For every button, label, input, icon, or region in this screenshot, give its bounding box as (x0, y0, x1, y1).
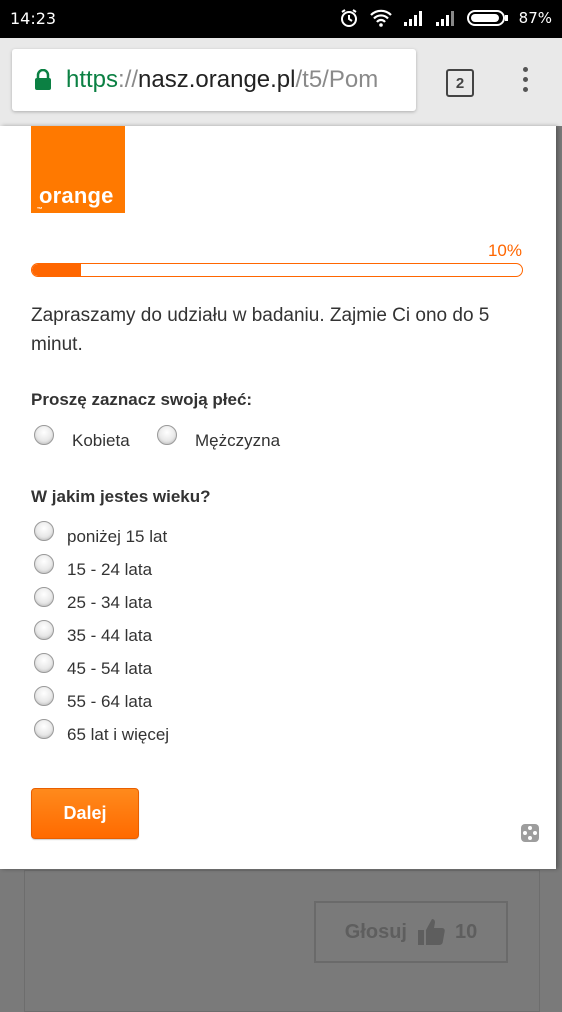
url-separator: :// (118, 66, 139, 93)
option-label-age-4: 45 - 54 lata (67, 659, 153, 678)
url-scheme: https (66, 66, 119, 93)
question-gender: Proszę zaznacz swoją płeć: (31, 390, 253, 409)
radio-age-4[interactable] (34, 653, 54, 673)
signal-icon (403, 11, 422, 26)
radio-age-0[interactable] (34, 521, 54, 541)
overflow-menu-icon[interactable] (520, 67, 530, 97)
option-label-kobieta: Kobieta (72, 431, 130, 450)
radio-age-3[interactable] (34, 620, 54, 640)
survey-settings-icon[interactable] (521, 824, 539, 842)
progress-percent: 10% (487, 241, 522, 260)
url-host: nasz.orange.pl (138, 66, 296, 93)
status-icons: 87% (339, 8, 552, 28)
tab-switcher-button[interactable]: 2 (446, 69, 474, 97)
wifi-icon (369, 9, 392, 27)
status-time: 14:23 (10, 9, 57, 28)
orange-logo: orange ™ (31, 126, 125, 213)
vote-button: Głosuj 10 (314, 901, 508, 963)
radio-mezczyzna[interactable] (157, 425, 177, 445)
radio-age-5[interactable] (34, 686, 54, 706)
survey-dialog: orange ™ 10% Zapraszamy do udziału w bada… (0, 126, 556, 869)
progress-fill (32, 264, 81, 276)
progress-bar (31, 263, 523, 277)
option-label-age-1: 15 - 24 lata (67, 560, 153, 579)
url-path: /t5/Pom (295, 66, 379, 93)
battery-icon (466, 10, 508, 26)
option-label-age-3: 35 - 44 lata (67, 626, 153, 645)
radio-age-2[interactable] (34, 587, 54, 607)
vote-count: 10 (454, 920, 478, 943)
status-bar: 14:23 87% (0, 0, 562, 38)
browser-toolbar: https://nasz.orange.pl/t5/Pom 2 (0, 38, 562, 127)
option-label-age-5: 55 - 64 lata (67, 692, 153, 711)
option-label-age-0: poniżej 15 lat (67, 527, 168, 546)
url-bar[interactable]: https://nasz.orange.pl/t5/Pom (12, 49, 416, 111)
intro-text: Zapraszamy do udziału w badaniu. Zajmie … (31, 305, 490, 355)
lock-icon (34, 68, 52, 91)
signal-icon (435, 11, 454, 26)
thumbs-up-icon (417, 919, 445, 945)
alarm-icon (340, 9, 357, 27)
radio-kobieta[interactable] (34, 425, 54, 445)
option-label-age-6: 65 lat i więcej (67, 725, 170, 744)
option-label-age-2: 25 - 34 lata (67, 593, 153, 612)
radio-age-1[interactable] (34, 554, 54, 574)
next-button[interactable]: Dalej (31, 788, 139, 839)
radio-age-6[interactable] (34, 719, 54, 739)
question-age: W jakim jestes wieku? (31, 487, 211, 506)
vote-label: Głosuj (344, 920, 407, 943)
url-text: https://nasz.orange.pl/t5/Pom (66, 66, 378, 94)
option-label-mezczyzna: Mężczyzna (195, 431, 281, 450)
battery-percent: 87% (518, 9, 552, 27)
